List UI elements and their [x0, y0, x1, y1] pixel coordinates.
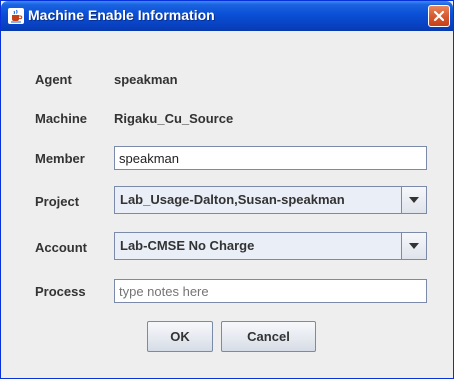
project-dropdown[interactable]: Lab_Usage-Dalton,Susan-speakman [114, 186, 427, 214]
account-label: Account [35, 240, 87, 255]
project-selected-value: Lab_Usage-Dalton,Susan-speakman [120, 192, 345, 207]
agent-value: speakman [114, 72, 178, 87]
project-label: Project [35, 194, 80, 209]
machine-label: Machine [35, 111, 88, 126]
machine-value: Rigaku_Cu_Source [114, 111, 234, 126]
java-cup-icon [8, 8, 24, 24]
member-label: Member [35, 151, 85, 166]
chevron-down-icon [409, 243, 419, 249]
close-button[interactable] [428, 5, 450, 27]
account-dropdown[interactable]: Lab-CMSE No Charge [114, 232, 427, 260]
window-title: Machine Enable Information [28, 7, 215, 23]
account-selected-value: Lab-CMSE No Charge [120, 238, 255, 253]
member-field[interactable] [114, 146, 427, 170]
process-notes-field[interactable] [114, 279, 427, 303]
project-dropdown-button[interactable] [401, 187, 426, 213]
cancel-button[interactable]: Cancel [221, 321, 316, 352]
title-bar[interactable]: Machine Enable Information [1, 1, 453, 31]
account-dropdown-button[interactable] [401, 233, 426, 259]
close-icon [433, 10, 445, 22]
process-label: Process [35, 284, 86, 299]
agent-label: Agent [35, 72, 72, 87]
machine-enable-dialog: Machine Enable Information Agent speakma… [0, 0, 454, 379]
chevron-down-icon [409, 197, 419, 203]
ok-button[interactable]: OK [147, 321, 213, 352]
